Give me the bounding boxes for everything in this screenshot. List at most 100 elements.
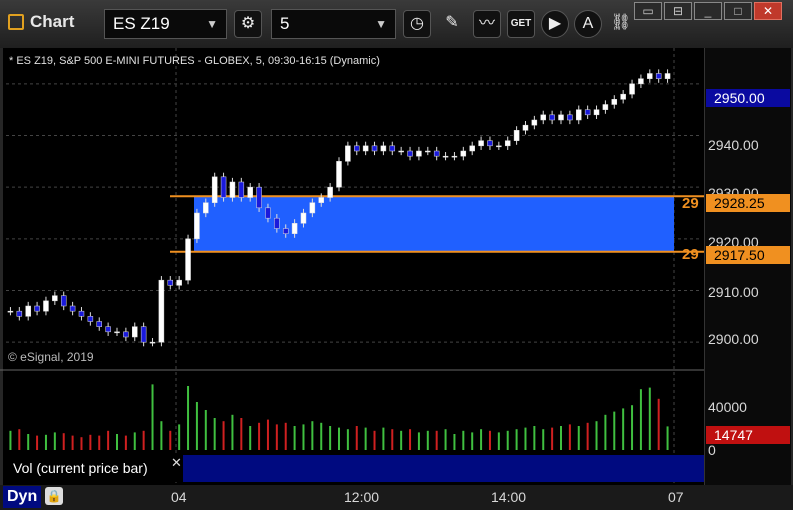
pin-button[interactable]: ▭ [634,2,662,20]
time-button[interactable]: ◷ [403,10,431,38]
candle [274,217,280,229]
vol-study-strip [183,455,704,482]
candle [345,145,351,162]
lock-icon[interactable]: 🔒 [45,487,63,505]
candle [540,114,546,121]
zone-fill [194,196,674,252]
maximize-button[interactable]: □ [724,2,752,20]
x-tick: 04 [171,489,187,505]
candle [336,161,342,188]
vol-study-label[interactable]: Vol (current price bar) [3,455,183,482]
candle [602,104,609,110]
candle [442,155,449,158]
window-title: Chart [30,12,75,31]
candle [629,83,635,95]
candle [238,181,245,198]
minimize-button[interactable]: _ [694,2,722,20]
candle [576,109,582,121]
candle [389,145,396,152]
candle [407,150,413,157]
candle [504,140,511,147]
get-button[interactable]: GET [507,10,535,38]
get-icon: GET [510,18,532,29]
candle [318,197,324,203]
chart-header: * ES Z19, S&P 500 E-MINI FUTURES - GLOBE… [9,55,380,67]
chevron-down-icon: ▼ [206,17,218,31]
pin-icon: ▭ [642,4,654,18]
current-price-tag: 2950.00 [706,89,790,107]
candle [398,150,404,153]
volume-bars [9,384,669,450]
vol-tick: 0 [708,442,716,458]
candle [194,212,200,240]
chart-canvas[interactable] [0,48,793,485]
candle [567,114,573,121]
price-axis[interactable] [704,48,791,485]
interval-combo[interactable]: 5 ▼ [271,9,396,39]
x-tick: 07 [668,489,684,505]
candle [34,305,40,312]
level-low-prefix: 29 [682,246,699,263]
candle [185,238,191,281]
candle [469,145,475,152]
candle [380,145,387,152]
candle [558,114,564,121]
candle [220,176,227,198]
candle [256,186,262,209]
draw-button[interactable]: ✎ [438,10,466,38]
candle [362,145,369,152]
candle [300,212,307,224]
candle [229,181,236,198]
candle [327,186,333,198]
symbol-combo[interactable]: ES Z19 ▼ [104,9,227,39]
dynamic-mode-label[interactable]: Dyn [3,486,42,508]
close-study-icon[interactable]: ✕ [171,455,182,471]
candle [487,140,493,147]
candle [105,326,111,333]
candle [87,316,94,322]
chart-window: Chart ES Z19 ▼ ⚙ 5 ▼ ◷ ✎ 〰 GET ▶ A ⛓ ▭ ⊟… [0,0,793,510]
candle [433,150,440,157]
y-tick: 2940.00 [708,137,759,153]
candle [549,114,555,121]
x-tick: 12:00 [344,489,380,505]
level-high-prefix: 29 [682,195,699,212]
link-button[interactable]: ⛓ [607,10,635,38]
candle [43,300,49,312]
gear-icon: ⚙ [240,15,256,32]
candle [176,279,182,286]
candle [78,310,85,317]
candle [593,109,600,116]
maximize-icon: □ [734,4,742,18]
candle [291,223,298,234]
play-button[interactable]: ▶ [541,10,569,38]
candle [584,109,591,116]
candle [522,124,529,131]
candle [425,150,431,153]
studies-button[interactable]: 〰 [473,10,501,38]
candle [354,145,360,152]
close-button[interactable]: ✕ [754,2,782,20]
link-icon: ⛓ [610,14,632,31]
candle [620,93,626,100]
candle [647,73,653,79]
candle [496,145,502,148]
pencil-icon: ✎ [445,14,459,31]
candle [211,176,218,203]
candle [114,331,120,334]
candle [371,145,378,152]
settings-gear-button[interactable]: ⚙ [234,10,262,38]
candle [60,295,67,307]
candle [478,140,484,147]
y-tick: 2900.00 [708,331,759,347]
candle [16,310,23,317]
alert-button[interactable]: A [574,10,602,38]
restore-button[interactable]: ⊟ [664,2,692,20]
chevron-down-icon: ▼ [375,17,387,31]
candle [664,73,671,79]
candle [167,279,174,286]
candle [655,73,662,79]
candle [158,279,165,343]
candle [460,150,467,157]
candle [25,305,31,317]
